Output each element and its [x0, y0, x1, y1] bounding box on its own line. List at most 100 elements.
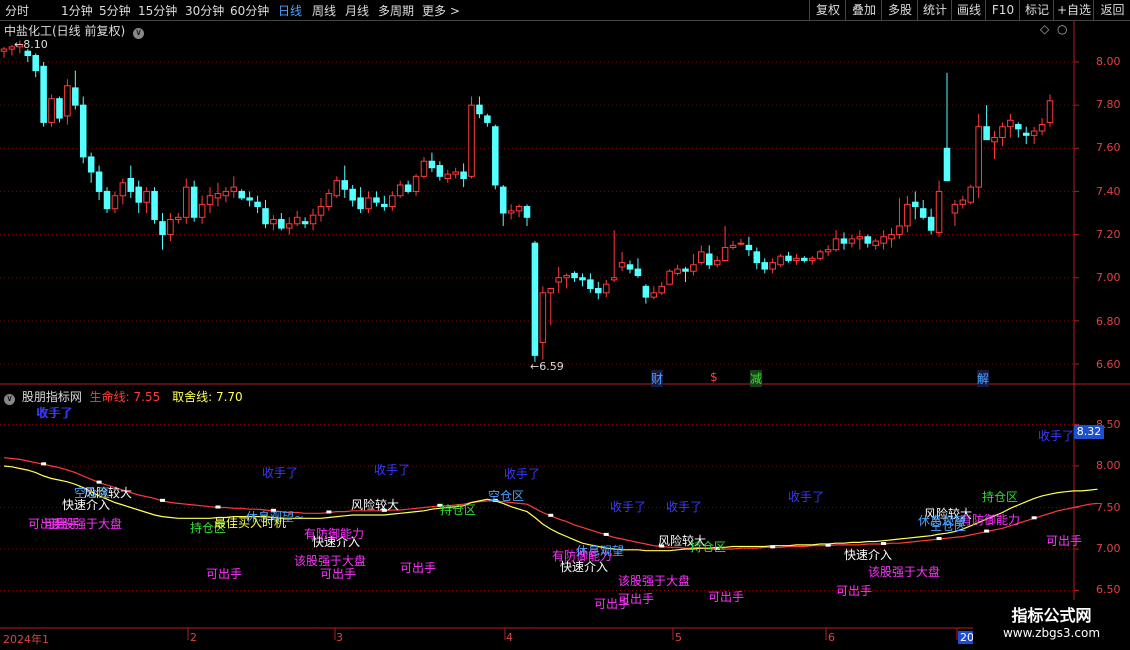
candle-body: [198, 203, 206, 218]
indicator-annotation: 持仓区: [982, 490, 1019, 504]
candle: [634, 258, 642, 278]
candle-body: [214, 193, 222, 199]
signal-tick: [770, 545, 776, 549]
event-marker-finance[interactable]: 财: [651, 370, 664, 387]
f10-button[interactable]: F10: [985, 0, 1020, 20]
indicator-annotation: 休息观望: [918, 514, 967, 528]
candle-body: [1046, 100, 1054, 123]
event-marker-reduce[interactable]: 减: [750, 370, 763, 387]
candle: [1046, 94, 1054, 127]
period-tab-60min[interactable]: 60分钟: [230, 2, 269, 19]
candle-body: [634, 268, 642, 277]
period-tab-fenshi[interactable]: 分时: [5, 2, 29, 19]
mark-button[interactable]: 标记: [1019, 0, 1054, 20]
candle: [587, 273, 594, 293]
period-tab-weekly[interactable]: 周线: [312, 2, 336, 19]
candle: [991, 131, 998, 160]
candle-body: [151, 190, 158, 220]
candle: [721, 225, 729, 261]
candle-body: [848, 238, 856, 244]
candle: [666, 269, 673, 285]
candle-body: [785, 255, 792, 261]
candle-body: [230, 186, 238, 192]
candle: [111, 191, 119, 213]
candle-body: [951, 203, 959, 214]
candle: [381, 195, 388, 211]
candle: [547, 288, 555, 326]
candle-body: [777, 255, 784, 266]
candle-body: [690, 264, 697, 272]
y-tick: 6.60: [1096, 358, 1121, 371]
candle: [769, 258, 776, 274]
event-marker-unlock[interactable]: 解: [977, 370, 990, 387]
indicator-annotation: 该股强于大盘: [868, 565, 941, 579]
event-marker-dividend[interactable]: $: [710, 370, 718, 384]
candle-body: [531, 242, 539, 356]
period-tab-multi[interactable]: 多周期: [378, 2, 414, 19]
candle: [658, 282, 665, 295]
period-tab-15min[interactable]: 15分钟: [138, 2, 177, 19]
signal-tick: [215, 505, 221, 509]
period-tab-5min[interactable]: 5分钟: [99, 2, 131, 19]
candle-body: [381, 203, 388, 208]
candle-body: [420, 160, 428, 177]
candle: [468, 96, 475, 179]
indicator-grid: [0, 424, 1079, 640]
panel-collapse-icon[interactable]: ∨: [4, 394, 15, 405]
candle-body: [159, 221, 166, 236]
indicator-name: 股朋指标网: [21, 390, 82, 404]
add-favorite-button[interactable]: +自选: [1053, 0, 1094, 20]
period-tab-30min[interactable]: 30分钟: [185, 2, 224, 19]
diamond-icon[interactable]: ◇: [1040, 22, 1049, 36]
back-button[interactable]: 返回: [1093, 0, 1130, 20]
candle-body: [896, 225, 903, 236]
candle: [531, 241, 539, 362]
candle: [912, 191, 919, 220]
candle-body: [32, 55, 39, 72]
candle: [515, 204, 523, 218]
signal-tick: [1031, 516, 1037, 520]
overlay-button[interactable]: 叠加: [845, 0, 882, 20]
candle-body: [87, 156, 95, 173]
period-tab-1min[interactable]: 1分钟: [61, 2, 93, 19]
period-tab-monthly[interactable]: 月线: [345, 2, 369, 19]
candle: [1015, 122, 1022, 138]
life-line-value: 7.55: [133, 390, 161, 404]
candle: [983, 105, 990, 141]
candle-body: [436, 165, 444, 177]
candle: [40, 62, 47, 127]
candle-body: [56, 98, 63, 119]
candle-body: [856, 236, 864, 240]
candle: [927, 208, 935, 235]
candle: [975, 113, 982, 198]
candle: [167, 213, 174, 242]
period-tab-more[interactable]: 更多 >: [422, 2, 460, 19]
candle-body: [64, 85, 71, 117]
time-label: 5: [675, 631, 682, 644]
candle: [32, 53, 39, 78]
indicator-annotation: 收手了: [1038, 429, 1075, 443]
adjust-button[interactable]: 复权: [809, 0, 846, 20]
draw-line-button[interactable]: 画线: [951, 0, 986, 20]
candle: [1022, 126, 1030, 144]
candle-body: [927, 216, 935, 231]
period-tab-daily[interactable]: 日线: [278, 2, 302, 19]
candle-body: [602, 283, 610, 294]
multi-stock-button[interactable]: 多股: [881, 0, 918, 20]
statistics-button[interactable]: 统计: [917, 0, 952, 20]
candle-body: [555, 277, 562, 283]
candle: [674, 264, 681, 276]
candle-body: [24, 50, 32, 57]
candle: [95, 165, 103, 201]
indicator-annotation: 可出手: [1046, 534, 1083, 548]
signal-tick: [159, 498, 165, 502]
candle: [729, 241, 737, 250]
candle-body: [507, 210, 515, 214]
candle-body: [610, 277, 618, 281]
candle: [270, 215, 277, 231]
close-icon[interactable]: ○: [1057, 22, 1067, 36]
panel-collapse-icon[interactable]: ∨: [133, 28, 145, 39]
candle: [119, 178, 127, 205]
indicator-annotation: 快速介入: [844, 548, 893, 562]
candle: [999, 122, 1006, 147]
